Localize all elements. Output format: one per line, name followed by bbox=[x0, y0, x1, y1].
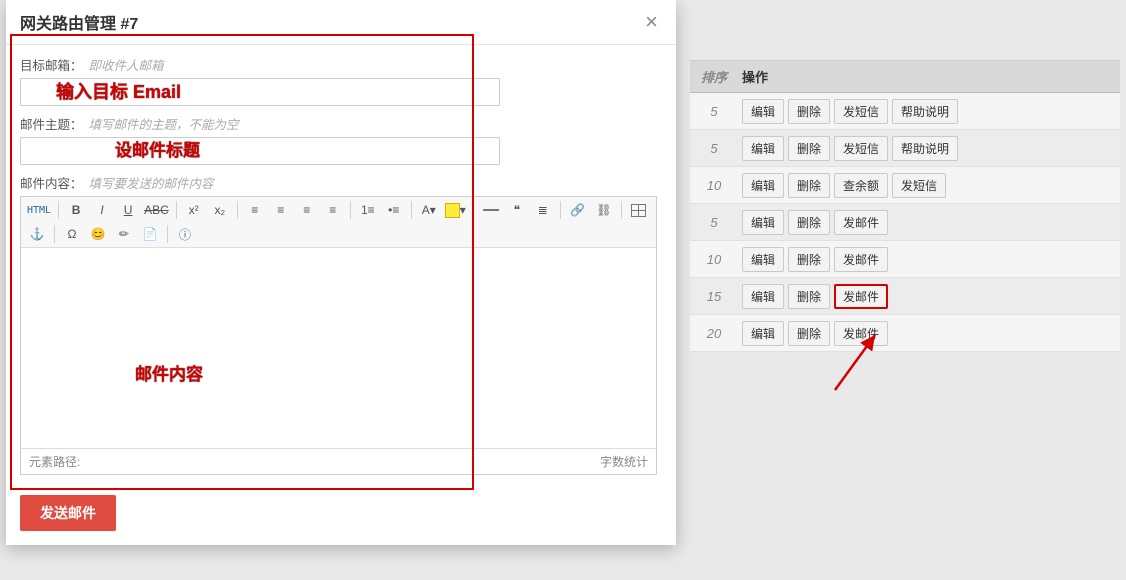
row-ops: 编辑删除发邮件 bbox=[738, 317, 1120, 350]
table-icon[interactable] bbox=[627, 200, 651, 220]
op-button[interactable]: 编辑 bbox=[742, 284, 784, 309]
editor-toolbar: HTML B I U ABC x² x₂ ≡ ≡ ≡ ≡ 1≡ •≡ bbox=[21, 197, 656, 248]
op-button[interactable]: 删除 bbox=[788, 173, 830, 198]
hr-icon[interactable] bbox=[479, 200, 503, 220]
table-row: 5编辑删除发邮件 bbox=[690, 204, 1120, 241]
editor-body[interactable] bbox=[21, 248, 656, 448]
op-button[interactable]: 发邮件 bbox=[834, 284, 888, 309]
op-button[interactable]: 帮助说明 bbox=[892, 136, 958, 161]
table-row: 20编辑删除发邮件 bbox=[690, 315, 1120, 352]
row-ops: 编辑删除发短信帮助说明 bbox=[738, 95, 1120, 128]
help-icon[interactable]: ⓘ bbox=[173, 224, 197, 244]
row-ops: 编辑删除发邮件 bbox=[738, 243, 1120, 276]
route-table: 排序 操作 5编辑删除发短信帮助说明5编辑删除发短信帮助说明10编辑删除查余额发… bbox=[690, 60, 1120, 352]
to-label: 目标邮箱： bbox=[20, 55, 83, 74]
row-order: 20 bbox=[690, 322, 738, 345]
row-order: 5 bbox=[690, 100, 738, 123]
align-right-icon[interactable]: ≡ bbox=[295, 200, 319, 220]
op-button[interactable]: 发短信 bbox=[834, 99, 888, 124]
bold-icon[interactable]: B bbox=[64, 200, 88, 220]
body-hint: 填写要发送的邮件内容 bbox=[89, 173, 214, 192]
subject-input[interactable] bbox=[20, 137, 500, 165]
underline-icon[interactable]: U bbox=[116, 200, 140, 220]
row-ops: 编辑删除查余额发短信 bbox=[738, 169, 1120, 202]
col-order: 排序 bbox=[690, 61, 738, 92]
row-order: 5 bbox=[690, 211, 738, 234]
op-button[interactable]: 删除 bbox=[788, 99, 830, 124]
anchor-icon[interactable]: ⚓ bbox=[25, 224, 49, 244]
op-button[interactable]: 编辑 bbox=[742, 173, 784, 198]
italic-icon[interactable]: I bbox=[90, 200, 114, 220]
table-row: 5编辑删除发短信帮助说明 bbox=[690, 130, 1120, 167]
col-ops: 操作 bbox=[738, 61, 1120, 92]
subject-label: 邮件主题： bbox=[20, 114, 83, 133]
bg-color-icon[interactable]: ▾ bbox=[443, 200, 468, 220]
op-button[interactable]: 编辑 bbox=[742, 321, 784, 346]
align-center-icon[interactable]: ≡ bbox=[269, 200, 293, 220]
word-count[interactable]: 字数统计 bbox=[600, 453, 648, 470]
row-ops: 编辑删除发邮件 bbox=[738, 280, 1120, 313]
annotation-text: 输入目标 Email bbox=[56, 78, 181, 104]
op-button[interactable]: 查余额 bbox=[834, 173, 888, 198]
emoji-icon[interactable]: 😊 bbox=[86, 224, 110, 244]
font-color-icon[interactable]: A▾ bbox=[417, 200, 441, 220]
link-icon[interactable]: 🔗 bbox=[566, 200, 590, 220]
row-order: 10 bbox=[690, 248, 738, 271]
subscript-icon[interactable]: x₂ bbox=[208, 200, 232, 220]
annotation-text: 设邮件标题 bbox=[115, 136, 200, 161]
op-button[interactable]: 编辑 bbox=[742, 136, 784, 161]
op-button[interactable]: 发邮件 bbox=[834, 247, 888, 272]
unlink-icon[interactable]: ⛓ bbox=[592, 200, 616, 220]
table-row: 5编辑删除发短信帮助说明 bbox=[690, 93, 1120, 130]
op-button[interactable]: 删除 bbox=[788, 210, 830, 235]
close-icon[interactable]: × bbox=[641, 11, 662, 33]
modal-title: 网关路由管理 #7 bbox=[20, 10, 138, 34]
op-button[interactable]: 编辑 bbox=[742, 99, 784, 124]
html-source-button[interactable]: HTML bbox=[25, 200, 53, 220]
table-row: 15编辑删除发邮件 bbox=[690, 278, 1120, 315]
op-button[interactable]: 删除 bbox=[788, 247, 830, 272]
row-ops: 编辑删除发短信帮助说明 bbox=[738, 132, 1120, 165]
op-button[interactable]: 删除 bbox=[788, 284, 830, 309]
to-hint: 即收件人邮箱 bbox=[89, 55, 164, 74]
row-ops: 编辑删除发邮件 bbox=[738, 206, 1120, 239]
rich-editor: HTML B I U ABC x² x₂ ≡ ≡ ≡ ≡ 1≡ •≡ bbox=[20, 196, 657, 475]
ordered-list-icon[interactable]: 1≡ bbox=[356, 200, 380, 220]
row-order: 10 bbox=[690, 174, 738, 197]
quote-icon[interactable]: ❝ bbox=[505, 200, 529, 220]
op-button[interactable]: 发短信 bbox=[892, 173, 946, 198]
element-path: 元素路径: bbox=[29, 453, 80, 470]
op-button[interactable]: 编辑 bbox=[742, 247, 784, 272]
annotation-text: 邮件内容 bbox=[135, 360, 203, 385]
body-label: 邮件内容： bbox=[20, 173, 83, 192]
table-header: 排序 操作 bbox=[690, 60, 1120, 93]
strike-icon[interactable]: ABC bbox=[142, 200, 171, 220]
op-button[interactable]: 发邮件 bbox=[834, 321, 888, 346]
code-icon[interactable]: ≣ bbox=[531, 200, 555, 220]
op-button[interactable]: 编辑 bbox=[742, 210, 784, 235]
symbol-icon[interactable]: Ω bbox=[60, 224, 84, 244]
paste-text-icon[interactable]: 📄 bbox=[138, 224, 162, 244]
send-mail-button[interactable]: 发送邮件 bbox=[20, 495, 116, 531]
op-button[interactable]: 发邮件 bbox=[834, 210, 888, 235]
op-button[interactable]: 帮助说明 bbox=[892, 99, 958, 124]
superscript-icon[interactable]: x² bbox=[182, 200, 206, 220]
row-order: 15 bbox=[690, 285, 738, 308]
op-button[interactable]: 删除 bbox=[788, 321, 830, 346]
align-left-icon[interactable]: ≡ bbox=[243, 200, 267, 220]
align-justify-icon[interactable]: ≡ bbox=[321, 200, 345, 220]
row-order: 5 bbox=[690, 137, 738, 160]
op-button[interactable]: 删除 bbox=[788, 136, 830, 161]
subject-hint: 填写邮件的主题，不能为空 bbox=[89, 114, 239, 133]
table-row: 10编辑删除查余额发短信 bbox=[690, 167, 1120, 204]
table-row: 10编辑删除发邮件 bbox=[690, 241, 1120, 278]
unordered-list-icon[interactable]: •≡ bbox=[382, 200, 406, 220]
op-button[interactable]: 发短信 bbox=[834, 136, 888, 161]
eraser-icon[interactable]: ✏ bbox=[112, 224, 136, 244]
